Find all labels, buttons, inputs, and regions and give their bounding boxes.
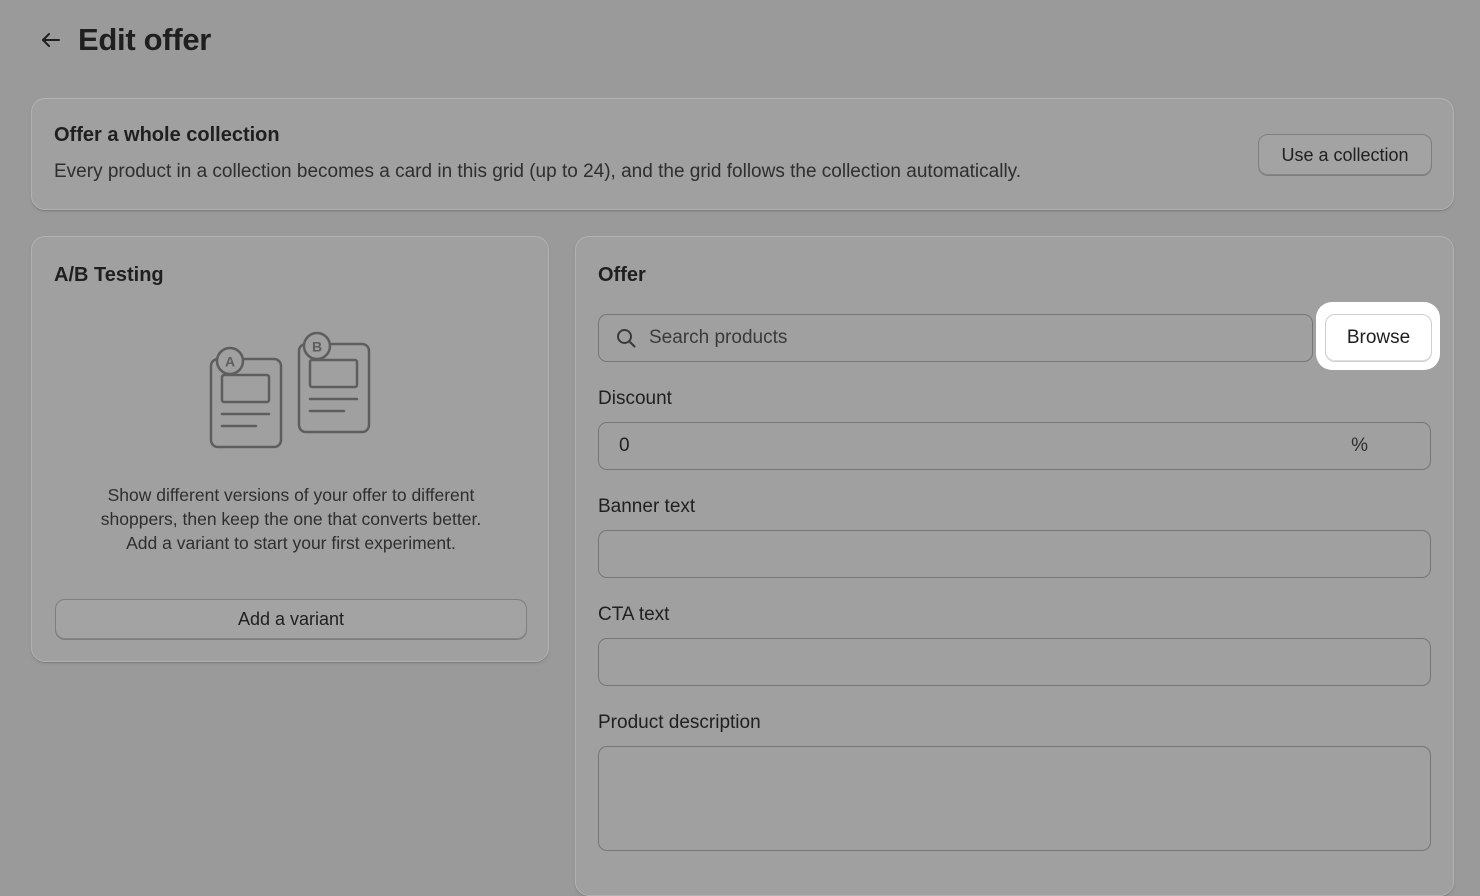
cta-text-label: CTA text bbox=[598, 604, 670, 625]
banner-text-label: Banner text bbox=[598, 496, 696, 517]
variant-b-image bbox=[308, 358, 359, 389]
percent-suffix: % bbox=[1351, 435, 1368, 456]
ab-testing-title: A/B Testing bbox=[54, 264, 164, 286]
variant-a-letter: A bbox=[225, 354, 235, 370]
browse-button[interactable]: Browse bbox=[1325, 314, 1432, 362]
search-icon bbox=[615, 327, 637, 349]
discount-input[interactable] bbox=[617, 434, 1352, 458]
ab-description-line: Add a variant to start your first experi… bbox=[126, 533, 456, 553]
banner-text-input[interactable] bbox=[599, 531, 1430, 577]
offer-card: Offer Browse Discount % Banner text CTA … bbox=[575, 236, 1454, 896]
collection-card-title: Offer a whole collection bbox=[54, 124, 280, 146]
cta-text-input[interactable] bbox=[599, 639, 1430, 685]
ab-description-line: shoppers, then keep the one that convert… bbox=[100, 509, 482, 529]
variant-a-image bbox=[220, 373, 271, 404]
page-title: Edit offer bbox=[78, 22, 212, 57]
collection-card: Offer a whole collection Every product i… bbox=[31, 98, 1454, 210]
product-search-field[interactable] bbox=[598, 314, 1313, 362]
use-collection-button[interactable]: Use a collection bbox=[1258, 134, 1432, 176]
add-variant-button[interactable]: Add a variant bbox=[55, 599, 527, 640]
ab-test-illustration: A B bbox=[209, 331, 371, 449]
banner-text-field[interactable] bbox=[598, 530, 1431, 578]
product-description-textarea[interactable] bbox=[599, 747, 1430, 850]
variant-b-letter: B bbox=[312, 339, 322, 355]
ab-description-line: Show different versions of your offer to… bbox=[107, 485, 475, 505]
product-search-input[interactable] bbox=[647, 326, 1312, 350]
product-description-label: Product description bbox=[598, 712, 761, 733]
discount-field[interactable]: % bbox=[598, 422, 1431, 470]
collection-card-description: Every product in a collection becomes a … bbox=[54, 161, 1022, 182]
product-description-field[interactable] bbox=[598, 746, 1431, 851]
offer-card-title: Offer bbox=[598, 264, 646, 286]
page-header: Edit offer bbox=[38, 22, 211, 58]
arrow-left-icon bbox=[42, 33, 60, 47]
discount-label: Discount bbox=[598, 388, 672, 409]
cta-text-field[interactable] bbox=[598, 638, 1431, 686]
back-button[interactable] bbox=[38, 22, 64, 58]
ab-testing-description: Show different versions of your offer to… bbox=[65, 483, 517, 555]
